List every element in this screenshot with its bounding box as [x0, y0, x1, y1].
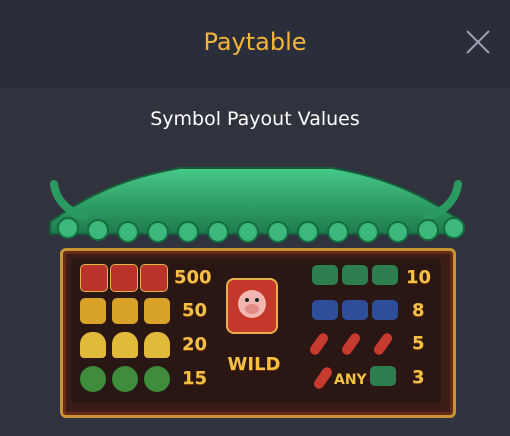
payout-value: 15: [182, 368, 208, 389]
payout-value: 500: [174, 267, 212, 288]
gold-ingot-icon: [144, 332, 170, 358]
pig-piggy-bank-icon: [110, 264, 138, 292]
pig-piggy-bank-icon: [140, 264, 168, 292]
pagoda-roof-decoration: [49, 167, 465, 243]
blue-firecracker-icon: [372, 300, 398, 320]
green-firecracker-icon: [372, 265, 398, 285]
cabbage-icon: [112, 366, 138, 392]
green-firecracker-icon: [342, 265, 368, 285]
wild-pig-icon: [226, 278, 278, 334]
payout-value: 10: [406, 267, 432, 288]
wild-label: WILD: [227, 354, 281, 375]
any-label: ANY: [334, 372, 367, 388]
pig-piggy-bank-icon: [80, 264, 108, 292]
cabbage-icon: [80, 366, 106, 392]
gold-pig-icon: [80, 298, 106, 324]
blue-firecracker-icon: [312, 300, 338, 320]
payout-value: 5: [412, 333, 425, 354]
gold-ingot-icon: [80, 332, 106, 358]
green-firecracker-icon: [312, 265, 338, 285]
close-icon[interactable]: [464, 28, 492, 56]
payout-value: 50: [182, 300, 208, 321]
blue-firecracker-icon: [342, 300, 368, 320]
payout-value: 8: [412, 300, 425, 321]
page-title: Paytable: [203, 28, 307, 56]
cabbage-icon: [144, 366, 170, 392]
payout-value: 20: [182, 334, 208, 355]
gold-pig-icon: [112, 298, 138, 324]
payout-value: 3: [412, 367, 425, 388]
section-subtitle: Symbol Payout Values: [150, 108, 360, 130]
any-firecracker-icon: [370, 366, 396, 386]
gold-pig-icon: [144, 298, 170, 324]
gold-ingot-icon: [112, 332, 138, 358]
